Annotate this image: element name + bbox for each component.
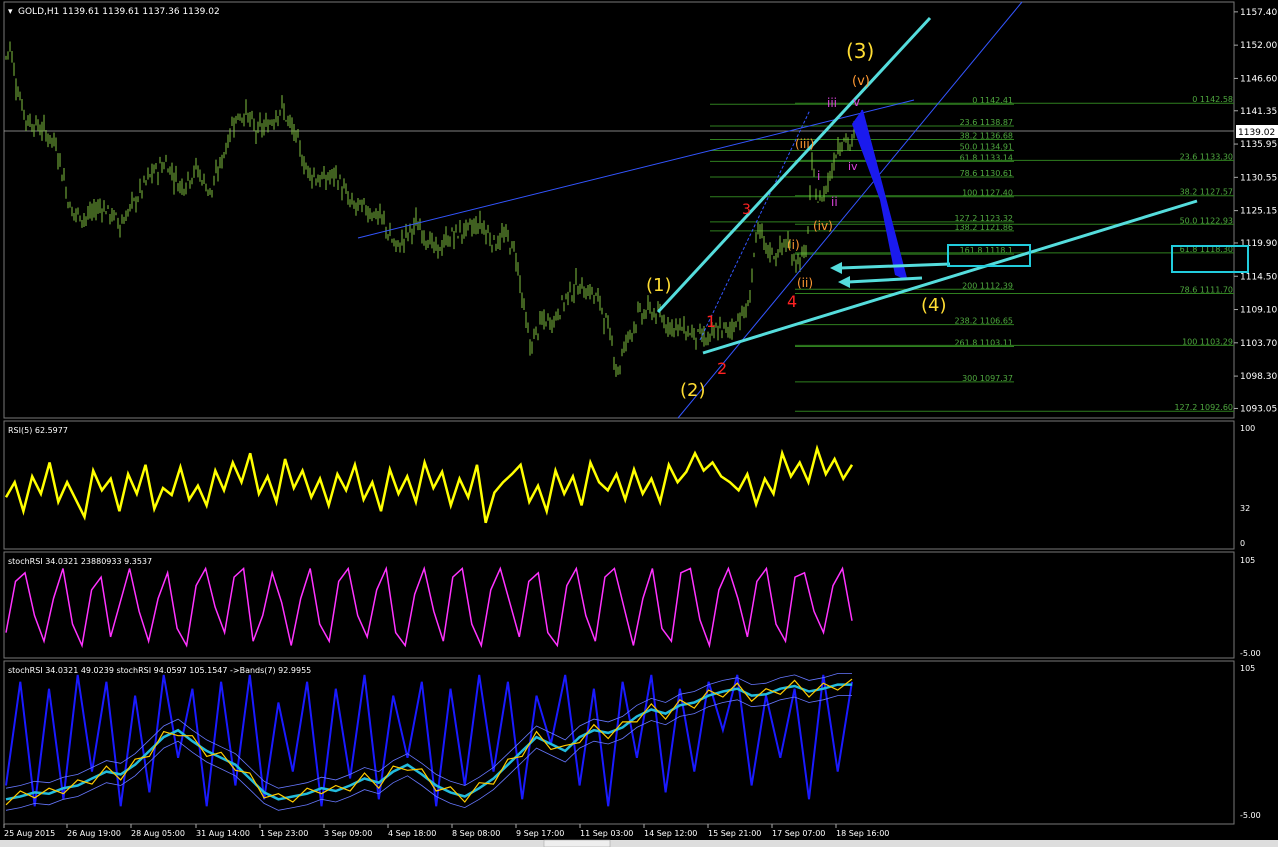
price-tick-label: 1109.10 xyxy=(1240,306,1277,316)
stoch-bands-label: stochRSI 34.0321 49.0239 stochRSI 94.059… xyxy=(8,666,311,675)
fib-label: 23.6 1133.30 xyxy=(1180,152,1233,161)
symbol-header: GOLD,H1 1139.61 1139.61 1137.36 1139.02 xyxy=(18,7,220,17)
price-tick-label: 1135.95 xyxy=(1240,140,1277,150)
chart-stage: ▾ GOLD,H1 1139.61 1139.61 1137.36 1139.0… xyxy=(0,0,1278,847)
price-tick-label: 1152.00 xyxy=(1240,41,1277,51)
fib-label: 127.2 1123.32 xyxy=(954,214,1013,223)
fib-label: 78.6 1130.61 xyxy=(960,169,1013,178)
wave-label: (2) xyxy=(680,380,706,401)
price-tick-label: 1114.50 xyxy=(1240,272,1277,282)
wave-label: (v) xyxy=(852,74,870,89)
fib-label: 161.8 1118.1 xyxy=(960,246,1013,255)
fib-label: 0 1142.41 xyxy=(972,96,1013,105)
wave-label: v xyxy=(853,95,860,109)
wave-label: iii xyxy=(827,96,837,110)
indicator-axis-label: 105 xyxy=(1240,556,1255,565)
time-tick-label: 31 Aug 14:00 xyxy=(196,829,250,838)
fib-label: 100 1127.40 xyxy=(962,189,1013,198)
fib-label: 0 1142.58 xyxy=(1192,95,1233,104)
time-tick-label: 14 Sep 12:00 xyxy=(644,829,697,838)
time-tick-label: 9 Sep 17:00 xyxy=(516,829,564,838)
time-tick-label: 15 Sep 21:00 xyxy=(708,829,761,838)
wave-label: (ii) xyxy=(797,276,813,290)
time-tick-label: 3 Sep 09:00 xyxy=(324,829,372,838)
price-tick-label: 1098.30 xyxy=(1240,372,1277,382)
last-price-label: 1139.02 xyxy=(1238,128,1275,138)
wave-label: 2 xyxy=(717,359,727,378)
wave-label: (i) xyxy=(787,238,800,252)
bottom-bar-tab[interactable] xyxy=(543,839,611,847)
wave-label: (4) xyxy=(921,295,947,316)
fib-label: 38.2 1127.57 xyxy=(1180,188,1233,197)
bottom-bar[interactable] xyxy=(0,840,1278,847)
fib-label: 61.8 1133.14 xyxy=(960,153,1013,162)
price-tick-label: 1119.90 xyxy=(1240,239,1277,249)
time-tick-label: 17 Sep 07:00 xyxy=(772,829,825,838)
wave-label: (iv) xyxy=(813,219,833,233)
price-tick-label: 1093.05 xyxy=(1240,404,1277,414)
price-tick-label: 1103.70 xyxy=(1240,339,1277,349)
fib-label: 238.2 1106.65 xyxy=(954,317,1013,326)
indicator-axis-label: 100 xyxy=(1240,424,1255,433)
fib-label: 200 1112.39 xyxy=(962,281,1013,290)
price-tick-label: 1130.55 xyxy=(1240,173,1277,183)
fib-label: 50.0 1134.91 xyxy=(960,142,1013,151)
stoch-label: stochRSI 34.0321 23880933 9.3537 xyxy=(8,557,152,566)
fib-label: 50.0 1122.93 xyxy=(1180,216,1233,225)
wave-label: 3 xyxy=(742,202,751,218)
fib-label: 127.2 1092.60 xyxy=(1174,403,1233,412)
wave-label: ii xyxy=(831,195,838,209)
indicator-axis-label: 32 xyxy=(1240,504,1250,513)
rsi-label: RSI(5) 62.5977 xyxy=(8,426,68,435)
time-tick-label: 4 Sep 18:00 xyxy=(388,829,436,838)
fib-label: 23.6 1138.87 xyxy=(960,118,1013,127)
wave-label: 1 xyxy=(706,312,716,331)
indicator-axis-label: 0 xyxy=(1240,539,1245,548)
indicator-axis-label: -5.00 xyxy=(1240,811,1261,820)
fib-label: 100 1103.29 xyxy=(1182,337,1233,346)
wave-label: (1) xyxy=(646,275,672,296)
wave-label: iv xyxy=(848,160,858,173)
time-tick-label: 28 Aug 05:00 xyxy=(131,829,185,838)
price-tick-label: 1125.15 xyxy=(1240,207,1277,217)
time-tick-label: 25 Aug 2015 xyxy=(4,829,55,838)
fib-label: 78.6 1111.70 xyxy=(1180,286,1233,295)
wave-label: 4 xyxy=(787,292,797,311)
wave-label: (iii) xyxy=(795,137,814,151)
fib-label: 38.2 1136.68 xyxy=(960,132,1013,141)
time-tick-label: 26 Aug 19:00 xyxy=(67,829,121,838)
time-tick-label: 18 Sep 16:00 xyxy=(836,829,889,838)
time-tick-label: 11 Sep 03:00 xyxy=(580,829,633,838)
collapse-arrow-icon[interactable]: ▾ xyxy=(8,7,13,17)
wave-label: i xyxy=(817,169,820,183)
time-tick-label: 8 Sep 08:00 xyxy=(452,829,500,838)
fib-label: 300 1097.37 xyxy=(962,374,1013,383)
indicator-axis-label: -5.00 xyxy=(1240,649,1261,658)
price-tick-label: 1157.40 xyxy=(1240,8,1277,18)
price-tick-label: 1146.60 xyxy=(1240,74,1277,84)
indicator-axis-label: 105 xyxy=(1240,664,1255,673)
fib-label: 261.8 1103.11 xyxy=(954,338,1013,347)
price-tick-label: 1141.35 xyxy=(1240,107,1277,117)
time-tick-label: 1 Sep 23:00 xyxy=(260,829,308,838)
wave-label: (3) xyxy=(846,39,874,63)
